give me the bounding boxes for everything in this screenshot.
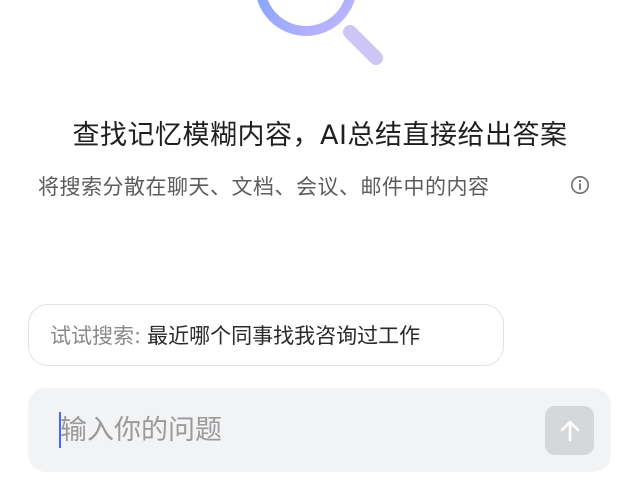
arrow-up-icon — [560, 420, 579, 441]
suggestion-query: 最近哪个同事找我咨询过工作 — [147, 324, 421, 348]
suggestion-prefix: 试试搜索: — [50, 324, 142, 348]
info-circle-icon[interactable] — [570, 175, 590, 195]
question-input[interactable] — [60, 388, 530, 472]
search-assistant-screen: 查找记忆模糊内容，AI总结直接给出答案 将搜索分散在聊天、文档、会议、邮件中的内… — [0, 0, 640, 480]
search-suggestion-chip[interactable]: 试试搜索: 最近哪个同事找我咨询过工作 — [28, 304, 504, 366]
page-headline: 查找记忆模糊内容，AI总结直接给出答案 — [72, 120, 568, 151]
question-composer[interactable] — [28, 388, 611, 472]
search-magnifier-icon — [257, 0, 383, 65]
page-subtitle: 将搜索分散在聊天、文档、会议、邮件中的内容 — [38, 175, 490, 199]
send-button[interactable] — [545, 406, 594, 455]
